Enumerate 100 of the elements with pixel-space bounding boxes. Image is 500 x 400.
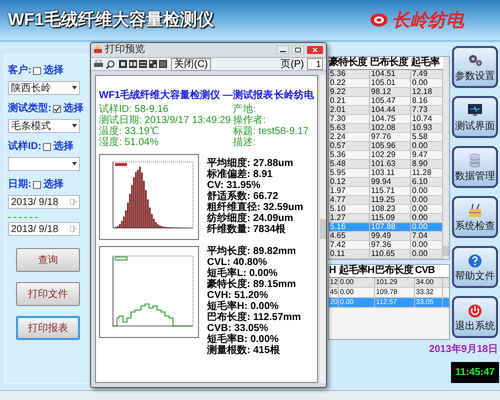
- table-cell: 99.94: [370, 178, 411, 186]
- table-cell: 4.65: [329, 232, 370, 240]
- nav-button[interactable]: 帮助文件: [452, 246, 498, 288]
- close-icon[interactable]: [307, 46, 323, 54]
- table-row[interactable]: 5.36 104.51 7.49: [329, 70, 443, 79]
- column-header[interactable]: CVB: [415, 265, 443, 277]
- table-row[interactable]: 7.30 104.75 10.74: [329, 115, 443, 124]
- stat-text: 平均细度: 27.88um: [207, 158, 294, 169]
- minimize-icon[interactable]: [277, 46, 289, 54]
- column-header[interactable]: H: [329, 265, 339, 277]
- logo-text: 长岭纺电: [392, 8, 464, 32]
- table-row[interactable]: 5.36 102.29 9.47: [329, 151, 443, 160]
- table-cell: 102.29: [370, 151, 411, 159]
- dialog-title: 打印预览: [105, 44, 146, 56]
- stat-text: CVB: 33.05%: [207, 323, 270, 334]
- table-cell: 97.76: [370, 133, 411, 141]
- printer-icon: [94, 46, 102, 54]
- table-row[interactable]: 0.57 105.96 0.00: [329, 142, 443, 151]
- caret-icon[interactable]: [72, 86, 77, 90]
- table-cell: 5.48: [329, 160, 370, 168]
- report-info-text: 操作者:: [233, 115, 267, 126]
- table-row[interactable]: 0.21 105.47 8.16: [329, 97, 443, 106]
- table-cell: 0.57: [329, 142, 370, 150]
- report-info-text: 产地:: [233, 104, 256, 115]
- checkbox[interactable]: [33, 67, 42, 75]
- table-row[interactable]: 7.42 97.36 0.00: [329, 241, 443, 250]
- gears-icon: [467, 52, 483, 68]
- table-row[interactable]: 5.10 108.23 0.00: [329, 205, 443, 214]
- table-cell: 0.12: [329, 178, 370, 186]
- table-row[interactable]: 2.01 104.44 7.73: [329, 106, 443, 115]
- dropdown[interactable]: 陕西长岭: [8, 81, 80, 95]
- page-layout-icons[interactable]: [118, 60, 168, 68]
- table-row[interactable]: 0.22 105.01 0.00: [329, 79, 443, 88]
- table-cell: 99.49: [370, 232, 411, 240]
- nav-button[interactable]: 数据管理: [452, 146, 498, 188]
- table-row[interactable]: 4.77 119.25 0.00: [329, 196, 443, 205]
- table-cell: 0.21: [329, 97, 370, 105]
- table-row[interactable]: 0.11 110.65 0.00: [329, 250, 443, 259]
- calendar-icon[interactable]: [70, 199, 77, 205]
- table-cell: 7.42: [329, 241, 370, 249]
- nav-button[interactable]: 参数设置: [452, 46, 498, 88]
- table-cell: 2.01: [329, 106, 370, 114]
- date-field[interactable]: 2013/ 9/18: [8, 195, 80, 209]
- table-cell: 9.22: [329, 88, 370, 96]
- table-row[interactable]: 1.27 115.09 0.00: [329, 214, 443, 223]
- table-cell: 107.88: [370, 223, 411, 231]
- nav-button[interactable]: 系统检查: [452, 196, 498, 238]
- power-icon: [467, 302, 483, 318]
- table-cell: 104.75: [370, 115, 411, 123]
- table-row[interactable]: 2.24 97.76 5.58: [329, 133, 443, 142]
- checkbox[interactable]: [33, 181, 42, 189]
- checkbox[interactable]: [43, 143, 52, 151]
- zoom-icon[interactable]: [106, 60, 115, 68]
- stat-text: 粗纤维直径: 32.59um: [207, 202, 304, 213]
- table-cell: 1.97: [329, 187, 370, 195]
- table-row[interactable]: 5.95 103.11 11.28: [329, 169, 443, 178]
- report-info-text: 标题: test58-9.17: [233, 126, 309, 137]
- stat-text: 巴布长度: 112.57mm: [207, 312, 301, 323]
- table-row[interactable]: 4.65 99.49 7.04: [329, 232, 443, 241]
- date-text: 2013年9月18日: [429, 344, 498, 356]
- page-number-field[interactable]: 1: [307, 58, 323, 70]
- print-icon[interactable]: [94, 60, 103, 68]
- app-title: WF1毛绒纤维大容量检测仪: [8, 9, 214, 32]
- column-header[interactable]: 豪特长度: [329, 57, 370, 69]
- table-cell: 0.11: [329, 250, 370, 258]
- nav-button[interactable]: 退出系统: [452, 296, 498, 338]
- report-info-text: 描述:: [233, 137, 257, 148]
- stat-text: 舒适系数: 66.72: [207, 191, 280, 202]
- action-button[interactable]: 打印报表: [16, 316, 80, 340]
- column-header[interactable]: 巴布长度: [375, 265, 415, 277]
- table-cell: 105.01: [370, 79, 411, 87]
- scrollbar[interactable]: [320, 75, 326, 383]
- caret-icon[interactable]: [72, 162, 77, 166]
- caret-icon[interactable]: [72, 124, 77, 128]
- table-cell: 7.30: [329, 115, 370, 123]
- table-row[interactable]: 5.48 101.63 8.90: [329, 160, 443, 169]
- table-row[interactable]: 0.12 99.94 6.10: [329, 178, 443, 187]
- column-header[interactable]: 起毛率H: [339, 265, 375, 277]
- calendar-icon[interactable]: [70, 226, 77, 232]
- checkbox-label: 选择: [63, 103, 84, 115]
- company-name: 长岭纺电: [274, 90, 314, 102]
- maximize-icon[interactable]: [292, 46, 304, 54]
- table-cell: 5.36: [329, 70, 370, 78]
- table-cell: 110.65: [370, 250, 411, 258]
- date-field[interactable]: 2013/ 9/18: [8, 222, 80, 236]
- action-button[interactable]: 查询: [16, 248, 80, 272]
- table-row[interactable]: 9.22 98.12 12.18: [329, 88, 443, 97]
- monitor-icon: [467, 102, 483, 118]
- table-cell: 4.77: [329, 196, 370, 204]
- table-row[interactable]: 1.97 115.71 0.00: [329, 187, 443, 196]
- dropdown[interactable]: 毛条模式: [8, 119, 80, 133]
- table-row[interactable]: 5.63 102.08 10.93: [329, 124, 443, 133]
- checkbox[interactable]: [53, 105, 62, 113]
- scrollbar[interactable]: [443, 57, 449, 259]
- column-header[interactable]: 起毛率: [411, 57, 443, 69]
- table-cell: 0.22: [329, 79, 370, 87]
- action-button[interactable]: 打印文件: [16, 282, 80, 306]
- nav-button[interactable]: 测试界面: [452, 96, 498, 138]
- close-button[interactable]: 关闭(C): [171, 58, 211, 70]
- table-cell: 5.36: [329, 151, 370, 159]
